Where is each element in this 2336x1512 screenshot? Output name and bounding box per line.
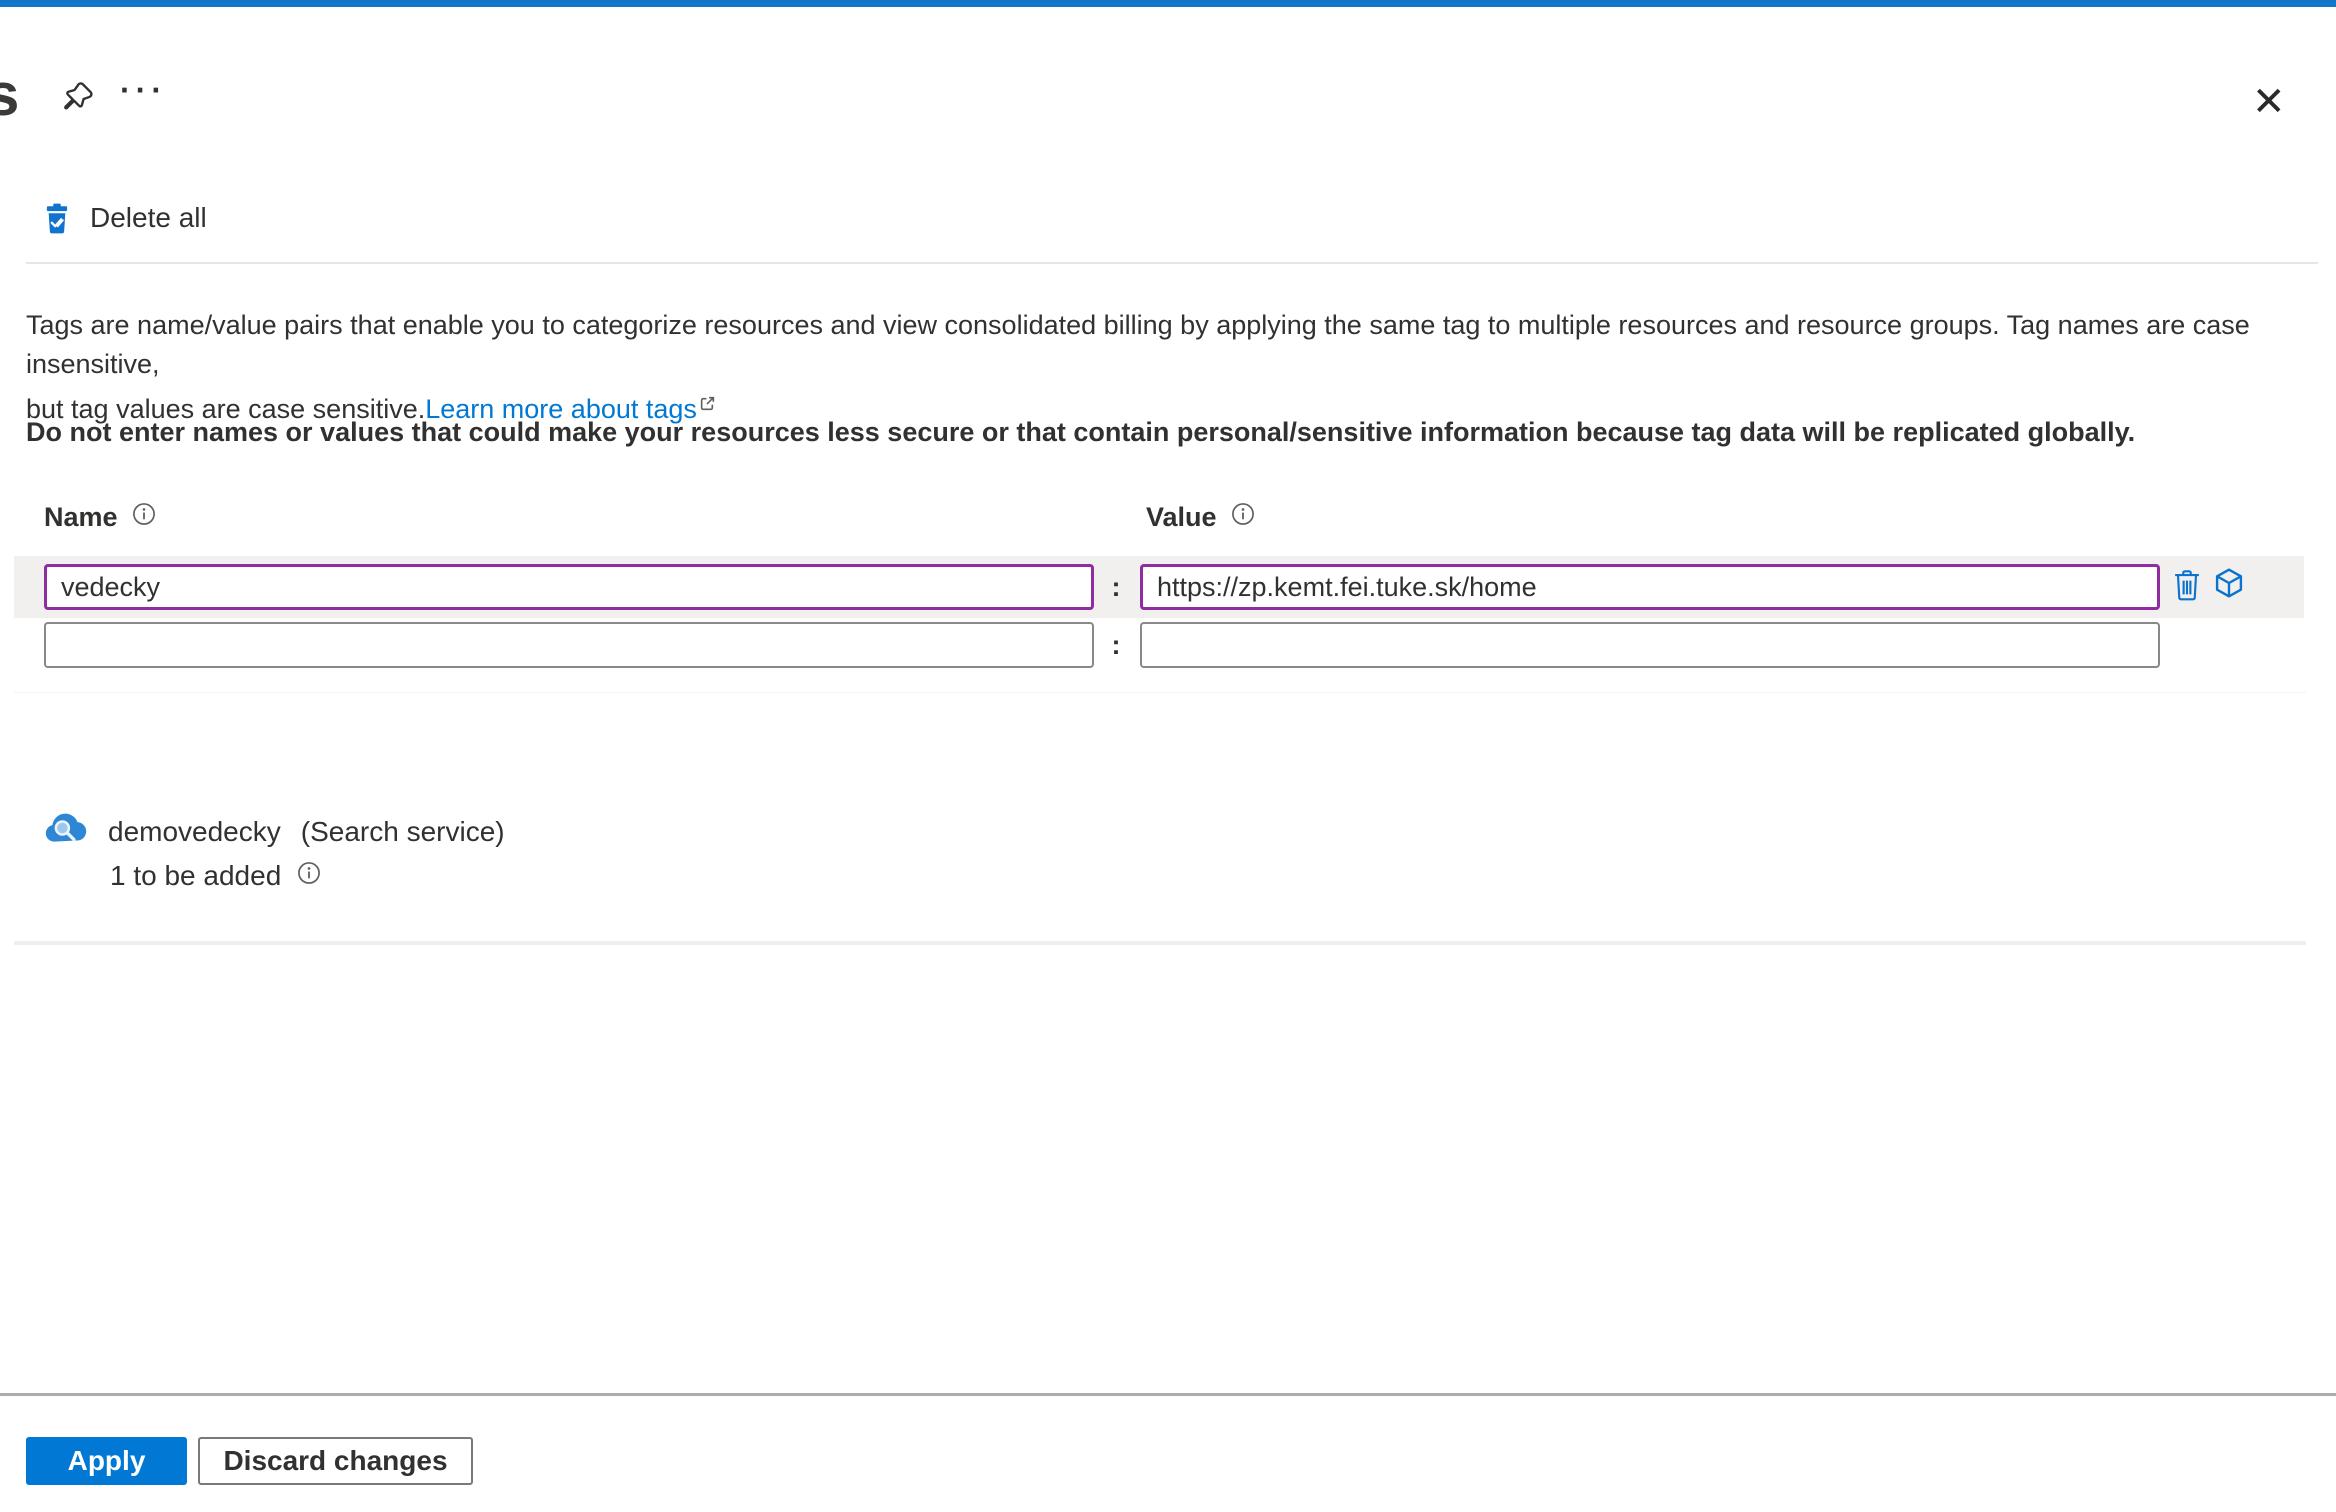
security-warning: Do not enter names or values that could … xyxy=(26,417,2136,447)
close-button[interactable]: ✕ xyxy=(2252,82,2286,122)
footer-divider xyxy=(0,1393,2336,1396)
tag-separator: : xyxy=(1111,572,1121,602)
top-accent-bar xyxy=(0,0,2336,7)
discard-changes-button[interactable]: Discard changes xyxy=(198,1437,473,1485)
resource-type: (Search service) xyxy=(300,816,505,847)
description-line1: Tags are name/value pairs that enable yo… xyxy=(26,310,2250,379)
status-info-icon[interactable] xyxy=(297,860,321,892)
pin-button[interactable] xyxy=(56,80,96,120)
rows-separator xyxy=(14,692,2306,693)
value-column-header: Value xyxy=(1146,502,1255,533)
tag-separator: : xyxy=(1111,630,1121,660)
assign-resource-button[interactable] xyxy=(2212,566,2246,603)
tag-value-input-1[interactable] xyxy=(1140,564,2160,610)
resource-row: demovedecky (Search service) xyxy=(108,816,505,848)
search-service-icon xyxy=(42,810,88,851)
ellipsis-icon: ··· xyxy=(120,72,167,108)
delete-all-button[interactable]: Delete all xyxy=(44,202,207,234)
delete-all-label: Delete all xyxy=(90,202,207,233)
tag-value-input-2[interactable] xyxy=(1140,622,2160,668)
tag-name-input-1[interactable] xyxy=(44,564,1094,610)
page-title: s xyxy=(0,61,20,128)
pin-icon xyxy=(57,82,95,121)
more-options-button[interactable]: ··· xyxy=(120,72,167,109)
resource-name: demovedecky xyxy=(108,816,281,847)
cube-icon xyxy=(2212,568,2246,603)
tag-name-input-2[interactable] xyxy=(44,622,1094,668)
tags-description: Tags are name/value pairs that enable yo… xyxy=(26,306,2326,429)
resource-status-row: 1 to be added xyxy=(110,860,321,892)
value-info-icon[interactable] xyxy=(1231,502,1255,533)
value-header-label: Value xyxy=(1146,502,1217,532)
trash-icon xyxy=(2172,570,2202,605)
close-icon: ✕ xyxy=(2252,80,2286,124)
toolbar-divider xyxy=(26,262,2318,264)
content-divider xyxy=(14,941,2306,945)
name-info-icon[interactable] xyxy=(132,502,156,533)
resource-status: 1 to be added xyxy=(110,860,282,891)
delete-tag-row-button[interactable] xyxy=(2172,568,2202,605)
name-column-header: Name xyxy=(44,502,156,533)
name-header-label: Name xyxy=(44,502,118,532)
apply-button[interactable]: Apply xyxy=(26,1437,187,1485)
delete-all-icon xyxy=(44,202,70,234)
